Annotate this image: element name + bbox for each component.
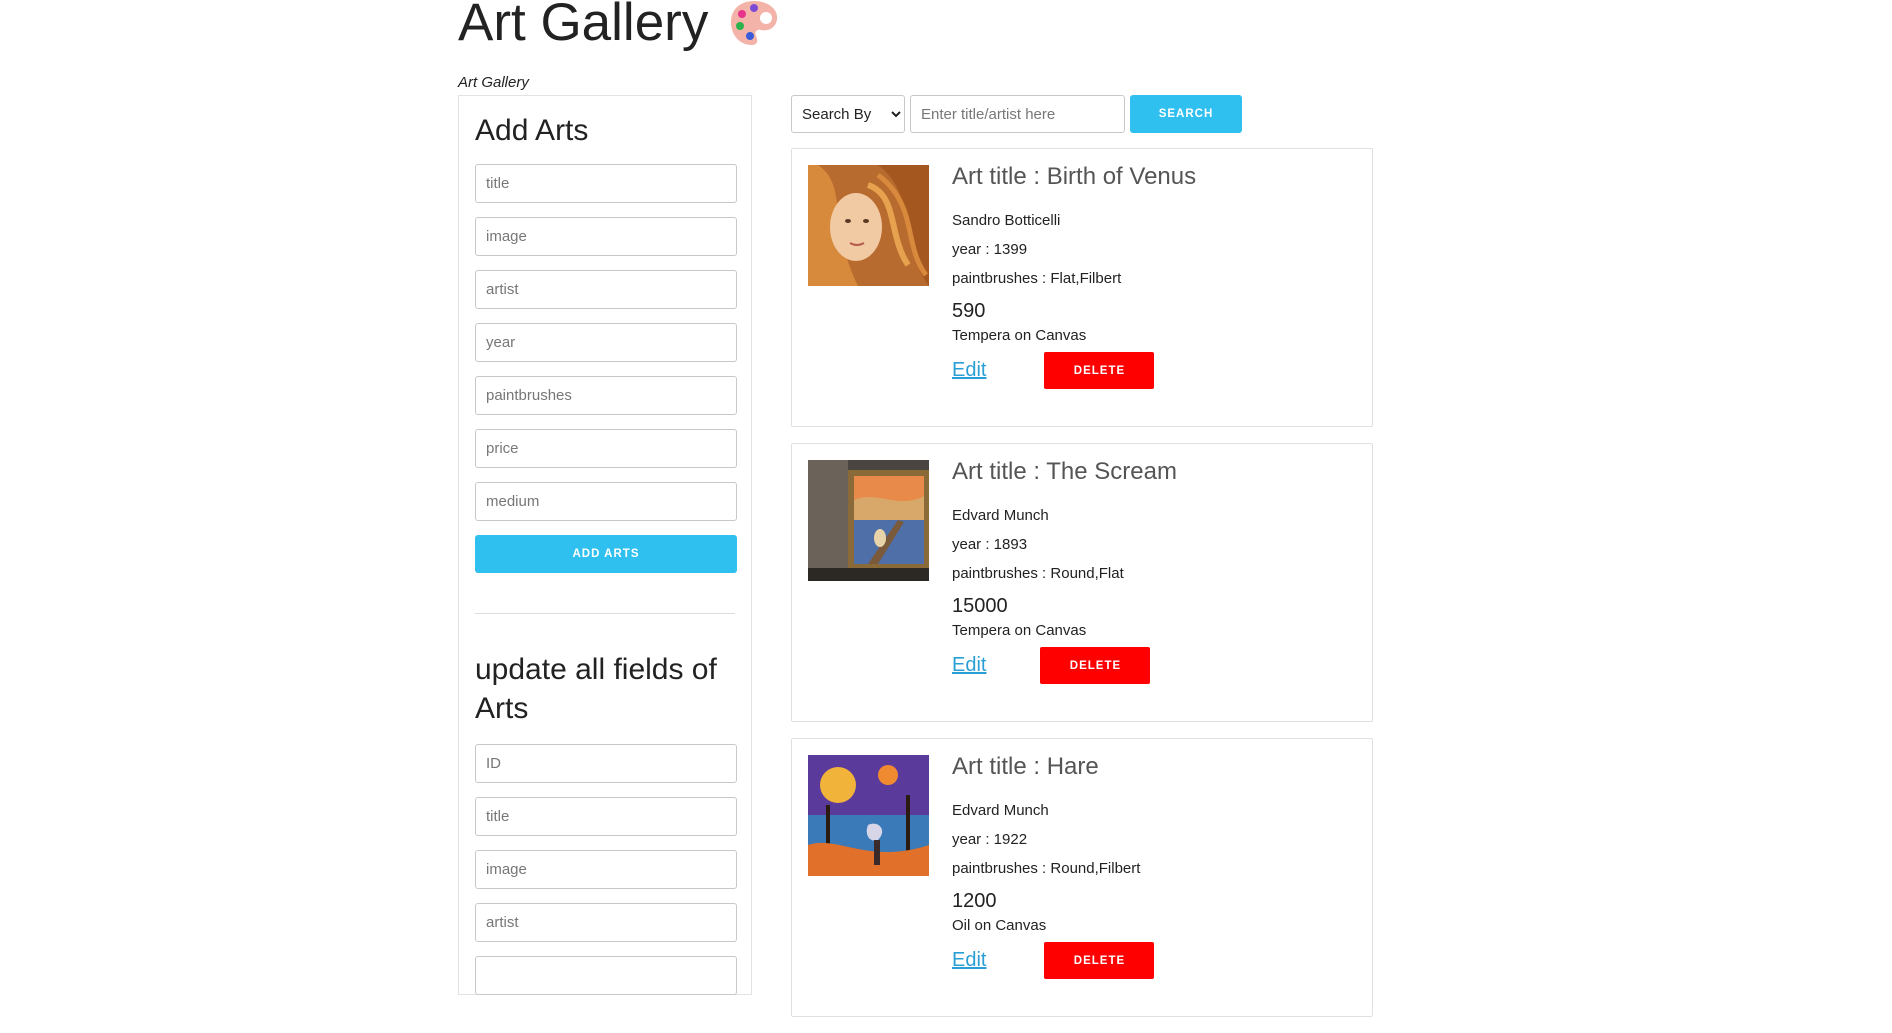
update-title-field[interactable] [475,797,737,836]
update-id-field[interactable] [475,744,737,783]
delete-button[interactable]: DELETE [1040,647,1151,684]
art-title: Art title : The Scream [952,458,1177,485]
art-actions: Edit DELETE [952,942,1155,979]
art-title: Art title : Birth of Venus [952,163,1197,190]
art-price: 1200 [952,890,997,912]
art-medium: Tempera on Canvas [952,327,1087,344]
update-arts-heading: update all fields of Arts [475,653,717,725]
art-image-birth-of-venus [808,165,929,286]
update-next-field[interactable] [475,956,737,995]
art-list: Art title : Birth of Venus Sandro Bottic… [791,148,1373,1033]
art-year: year : 1922 [952,831,1028,848]
add-artist-field[interactable] [475,270,737,309]
art-actions: Edit DELETE [952,647,1177,684]
add-arts-button[interactable]: ADD ARTS [475,535,737,573]
update-image-field[interactable] [475,850,737,889]
update-artist-field[interactable] [475,903,737,942]
add-arts-heading: Add Arts [475,114,589,147]
art-image-the-scream [808,460,929,581]
art-title: Art title : Hare [952,753,1099,780]
art-year: year : 1399 [952,241,1028,258]
art-card: Art title : Hare Edvard Munch year : 192… [791,738,1373,1017]
art-medium: Tempera on Canvas [952,622,1087,639]
delete-button[interactable]: DELETE [1044,942,1155,979]
edit-link[interactable]: Edit [952,949,986,972]
add-image-field[interactable] [475,217,737,256]
form-divider [475,613,735,614]
art-actions: Edit DELETE [952,352,1196,389]
search-bar: Search By SEARCH [791,95,1242,133]
art-card: Art title : The Scream Edvard Munch year… [791,443,1373,722]
art-details: Art title : Birth of Venus Sandro Bottic… [952,163,1196,389]
art-paintbrushes: paintbrushes : Round,Filbert [952,860,1141,877]
art-year: year : 1893 [952,536,1028,553]
search-by-select[interactable]: Search By [791,95,905,133]
add-title-field[interactable] [475,164,737,203]
page-title: Art Gallery [458,0,780,52]
search-input[interactable] [910,95,1125,133]
page-subtitle: Art Gallery [458,74,529,91]
search-button[interactable]: SEARCH [1130,95,1242,133]
art-medium: Oil on Canvas [952,917,1047,934]
art-artist: Edvard Munch [952,802,1049,819]
forms-panel: Add Arts ADD ARTS update all fields of A… [458,95,752,995]
art-image-hare [808,755,929,876]
art-price: 15000 [952,595,1008,617]
art-paintbrushes: paintbrushes : Flat,Filbert [952,270,1122,287]
edit-link[interactable]: Edit [952,359,986,382]
art-card: Art title : Birth of Venus Sandro Bottic… [791,148,1373,427]
art-details: Art title : Hare Edvard Munch year : 192… [952,753,1155,979]
add-paintbrushes-field[interactable] [475,376,737,415]
edit-link[interactable]: Edit [952,654,986,677]
art-paintbrushes: paintbrushes : Round,Flat [952,565,1124,582]
art-artist: Edvard Munch [952,507,1049,524]
art-price: 590 [952,300,986,322]
art-artist: Sandro Botticelli [952,212,1061,229]
add-medium-field[interactable] [475,482,737,521]
art-details: Art title : The Scream Edvard Munch year… [952,458,1177,684]
add-price-field[interactable] [475,429,737,468]
page-title-text: Art Gallery [458,0,709,52]
delete-button[interactable]: DELETE [1044,352,1155,389]
add-year-field[interactable] [475,323,737,362]
artist-palette-icon [731,1,778,46]
